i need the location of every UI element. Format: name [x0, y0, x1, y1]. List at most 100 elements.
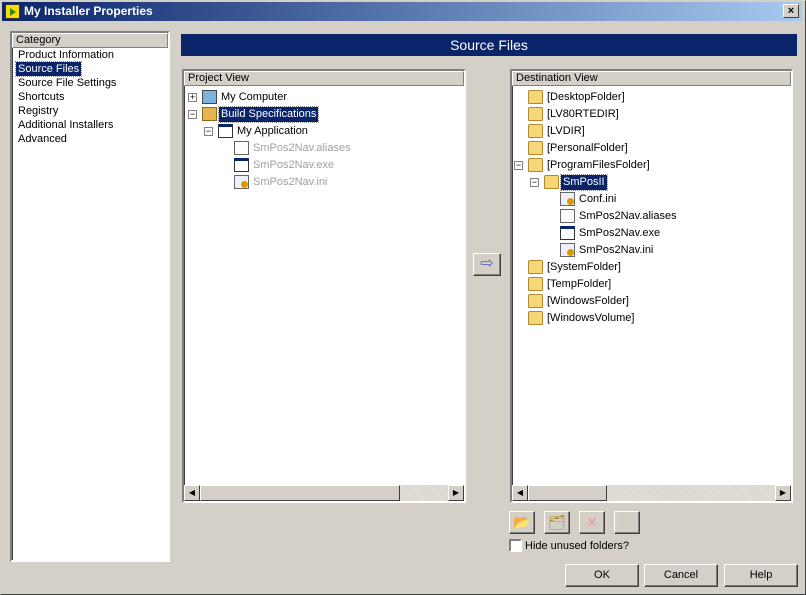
tree-item-label: SmPos2Nav.aliases: [253, 142, 351, 154]
hide-unused-folders-checkbox[interactable]: [509, 539, 522, 552]
ini-file-icon: [560, 192, 575, 207]
rename-folder-icon: 🗂: [548, 514, 566, 530]
tree-item[interactable]: − SmPosII: [530, 174, 608, 192]
application-icon: [234, 158, 249, 173]
tree-item[interactable]: [SystemFolder]: [528, 260, 623, 277]
category-list[interactable]: Category Product Information Source Files…: [10, 31, 170, 562]
title-bar: My Installer Properties ×: [2, 2, 802, 21]
tree-item-label: [ProgramFilesFolder]: [547, 159, 650, 171]
category-item[interactable]: Source Files: [12, 61, 168, 77]
scroll-right-button[interactable]: ▶: [448, 485, 464, 501]
project-view-tree[interactable]: + My Computer − Build Specifications − My App…: [184, 86, 464, 485]
tree-item[interactable]: Conf.ini: [560, 192, 618, 209]
tree-item[interactable]: [WindowsVolume]: [528, 311, 636, 328]
collapse-icon[interactable]: −: [530, 178, 539, 187]
set-default-folder-button[interactable]: 🗀: [614, 511, 640, 534]
tree-item[interactable]: [LVDIR]: [528, 124, 587, 141]
add-to-destination-button[interactable]: ⇨: [473, 253, 501, 276]
tree-item[interactable]: + My Computer: [188, 90, 289, 107]
expand-icon[interactable]: +: [188, 93, 197, 102]
folder-icon: [528, 107, 543, 122]
tree-item-label: [LVDIR]: [547, 125, 585, 137]
destination-view-tree[interactable]: [DesktopFolder] [LV80RTEDIR] [LVDIR] [Perso…: [512, 86, 791, 485]
category-item[interactable]: Product Information: [12, 48, 168, 62]
category-item-label: Product Information: [18, 49, 114, 61]
tree-item[interactable]: SmPos2Nav.exe: [234, 158, 336, 175]
tree-item-label: SmPos2Nav.aliases: [579, 210, 677, 222]
category-item[interactable]: Shortcuts: [12, 90, 168, 104]
project-view-panel: Project View + My Computer − Build Specific…: [182, 69, 466, 503]
tree-item[interactable]: SmPos2Nav.aliases: [234, 141, 353, 158]
project-horizontal-scrollbar[interactable]: ◀ ▶: [184, 485, 464, 501]
scroll-thumb[interactable]: [528, 485, 607, 501]
folder-icon: [544, 175, 559, 190]
tree-item[interactable]: SmPos2Nav.aliases: [560, 209, 679, 226]
close-button[interactable]: ×: [783, 4, 799, 18]
tree-item[interactable]: [LV80RTEDIR]: [528, 107, 621, 124]
folder-icon: [528, 90, 543, 105]
hide-unused-folders-label: Hide unused folders?: [525, 540, 629, 552]
ini-file-icon: [560, 243, 575, 258]
rename-folder-button[interactable]: 🗂: [544, 511, 570, 534]
delete-button[interactable]: ✕: [579, 511, 605, 534]
tree-item[interactable]: [DesktopFolder]: [528, 90, 627, 107]
tree-item-label: SmPosII: [560, 174, 608, 191]
category-item-label: Additional Installers: [18, 119, 114, 131]
ini-file-icon: [234, 175, 249, 190]
window-title: My Installer Properties: [24, 4, 153, 18]
project-view-header: Project View: [184, 71, 464, 86]
tree-item-label: Conf.ini: [579, 193, 617, 205]
tree-item[interactable]: SmPos2Nav.ini: [560, 243, 655, 260]
destination-horizontal-scrollbar[interactable]: ◀ ▶: [512, 485, 791, 501]
delete-icon: ✕: [586, 514, 598, 530]
category-item[interactable]: Registry: [12, 104, 168, 118]
tree-item-label: [SystemFolder]: [547, 261, 621, 273]
tree-item[interactable]: SmPos2Nav.exe: [560, 226, 662, 243]
labview-app-icon: [5, 4, 20, 19]
tree-item-label: SmPos2Nav.exe: [253, 159, 335, 171]
tree-item[interactable]: [TempFolder]: [528, 277, 613, 294]
aliases-file-icon: [560, 209, 575, 224]
tree-item-label: My Application: [237, 125, 308, 137]
scroll-thumb[interactable]: [200, 485, 400, 501]
destination-view-panel: Destination View [DesktopFolder] [LV80RTE…: [510, 69, 793, 503]
category-item[interactable]: Additional Installers: [12, 118, 168, 132]
tree-item-label: [WindowsVolume]: [547, 312, 635, 324]
new-folder-icon: 📂: [513, 514, 531, 530]
build-specifications-icon: [202, 107, 217, 122]
tree-item-label: My Computer: [221, 91, 288, 103]
category-header: Category: [12, 33, 168, 48]
help-button[interactable]: Help: [724, 564, 798, 587]
tree-item-label: [TempFolder]: [547, 278, 612, 290]
category-item-label: Source Files: [14, 61, 83, 77]
folder-icon: [528, 124, 543, 139]
category-item-label: Shortcuts: [18, 91, 65, 103]
tree-item-label: [PersonalFolder]: [547, 142, 628, 154]
category-item[interactable]: Source File Settings: [12, 76, 168, 90]
folder-icon: [528, 294, 543, 309]
collapse-icon[interactable]: −: [188, 110, 197, 119]
folder-icon: [528, 260, 543, 275]
new-folder-button[interactable]: 📂: [509, 511, 535, 534]
scroll-left-button[interactable]: ◀: [184, 485, 200, 501]
scroll-right-button[interactable]: ▶: [775, 485, 791, 501]
tree-item-label: Build Specifications: [217, 106, 320, 123]
scroll-left-button[interactable]: ◀: [512, 485, 528, 501]
aliases-file-icon: [234, 141, 249, 156]
tree-item[interactable]: − Build Specifications: [188, 106, 320, 124]
tree-item-label: [DesktopFolder]: [547, 91, 625, 103]
category-item-label: Advanced: [18, 133, 67, 145]
category-item[interactable]: Advanced: [12, 132, 168, 146]
ok-button[interactable]: OK: [565, 564, 639, 587]
folder-icon: [528, 158, 543, 173]
tree-item[interactable]: [PersonalFolder]: [528, 141, 630, 158]
tree-item-label: [LV80RTEDIR]: [547, 108, 619, 120]
collapse-icon[interactable]: −: [514, 161, 523, 170]
tree-item[interactable]: SmPos2Nav.ini: [234, 175, 329, 192]
collapse-icon[interactable]: −: [204, 127, 213, 136]
tree-item[interactable]: − [ProgramFilesFolder]: [514, 158, 652, 175]
tree-item[interactable]: − My Application: [204, 124, 310, 141]
tree-item-label: [WindowsFolder]: [547, 295, 629, 307]
cancel-button[interactable]: Cancel: [644, 564, 718, 587]
tree-item[interactable]: [WindowsFolder]: [528, 294, 631, 311]
